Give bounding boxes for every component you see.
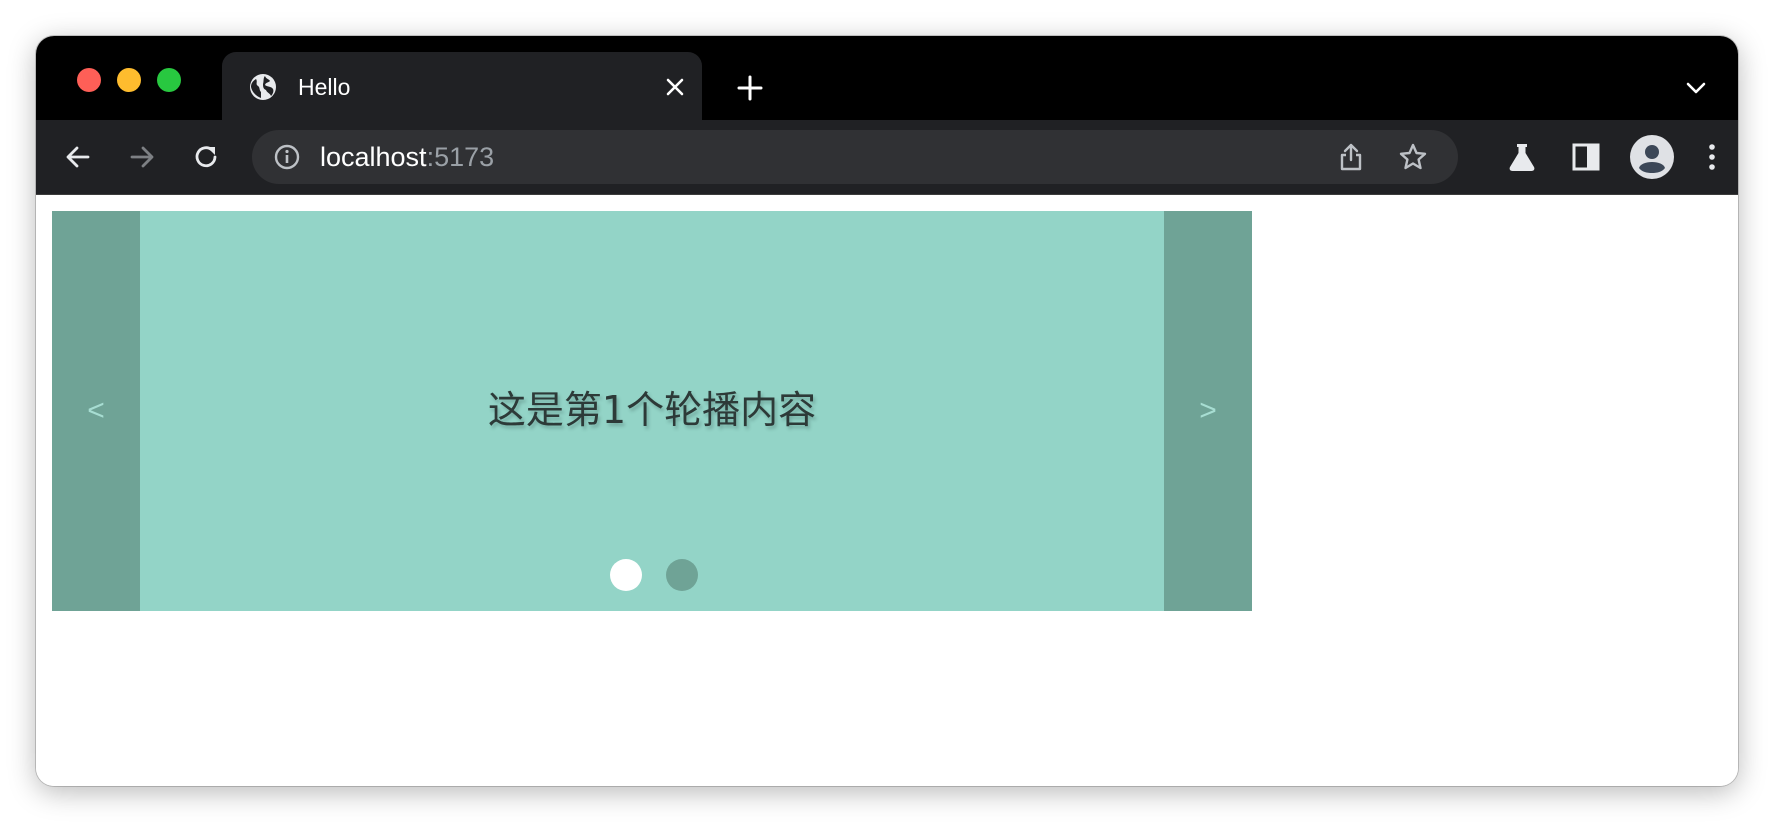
url-host: localhost [320, 142, 427, 172]
carousel-indicators [52, 559, 1252, 591]
share-icon[interactable] [1334, 140, 1368, 174]
carousel-next-button[interactable]: > [1164, 211, 1252, 611]
sidepanel-icon [1572, 143, 1600, 171]
back-arrow-icon [66, 146, 90, 168]
address-bar[interactable]: localhost:5173 [252, 130, 1458, 184]
page-content: < 这是第1个轮播内容 > [36, 195, 1738, 786]
new-tab-button[interactable] [732, 70, 768, 106]
tab-hello[interactable]: Hello [222, 52, 702, 120]
carousel-dot-2[interactable] [666, 559, 698, 591]
maximize-window-button[interactable] [157, 68, 181, 92]
kebab-menu-icon [1709, 144, 1715, 170]
url-text[interactable]: localhost:5173 [320, 142, 494, 172]
profile-button[interactable] [1628, 133, 1676, 181]
url-port: :5173 [426, 142, 495, 172]
chevron-down-icon [1686, 82, 1706, 94]
info-icon[interactable] [272, 142, 302, 172]
reload-button[interactable] [186, 137, 226, 177]
carousel-slide-text: 这是第1个轮播内容 [487, 388, 817, 432]
forward-button[interactable] [122, 137, 162, 177]
browser-window: Hello localhost:5173 < 这是第1个轮播内容 > [36, 36, 1738, 786]
forward-arrow-icon [130, 146, 154, 168]
globe-icon [248, 72, 278, 102]
minimize-window-button[interactable] [117, 68, 141, 92]
tab-search-button[interactable] [1680, 72, 1712, 104]
carousel-prev-button[interactable]: < [52, 211, 140, 611]
side-panel-button[interactable] [1566, 137, 1606, 177]
back-button[interactable] [58, 137, 98, 177]
close-tab-icon[interactable] [660, 72, 690, 102]
tab-title: Hello [298, 74, 351, 100]
carousel-dot-1[interactable] [610, 559, 642, 591]
close-window-button[interactable] [77, 68, 101, 92]
carousel: < 这是第1个轮播内容 > [52, 211, 1252, 611]
plus-icon [737, 75, 763, 101]
labs-button[interactable] [1502, 137, 1542, 177]
profile-icon [1630, 135, 1674, 179]
more-menu-button[interactable] [1692, 137, 1732, 177]
browser-toolbar: localhost:5173 [36, 120, 1738, 195]
flask-icon [1509, 144, 1535, 171]
star-icon[interactable] [1396, 140, 1430, 174]
reload-icon [195, 146, 217, 168]
tab-strip: Hello [36, 36, 1738, 120]
